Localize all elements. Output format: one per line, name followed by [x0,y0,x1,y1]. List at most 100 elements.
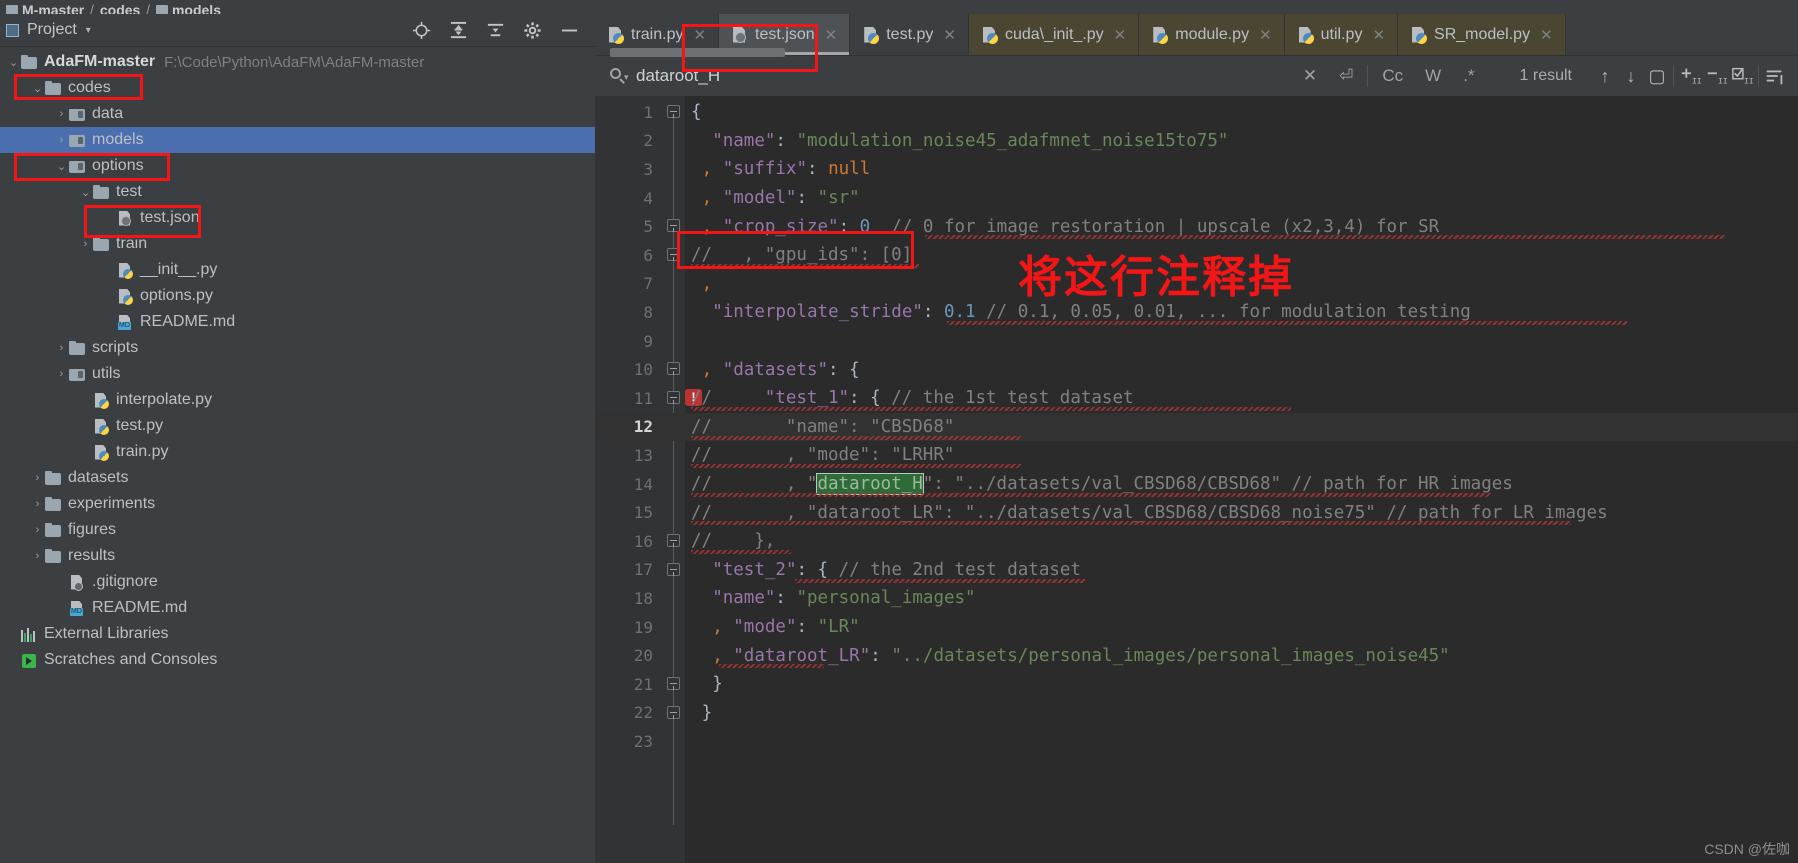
tree-item-utils[interactable]: › utils [0,361,595,387]
chevron-down-icon[interactable]: ⌄ [78,186,93,199]
code-line[interactable]: 22} [595,699,1798,728]
tree-item-test-json[interactable]: · test.json [0,205,595,231]
tree-item-train-py[interactable]: · train.py [0,439,595,465]
tree-item-models[interactable]: › models [0,127,595,153]
code-line[interactable]: 1{ [595,98,1798,127]
code-token: : [796,188,818,209]
code-line[interactable]: 3, "suffix": null [595,155,1798,184]
match-case-toggle[interactable]: Cc [1371,56,1414,96]
chevron-down-icon[interactable]: ▾ [86,25,91,36]
tree-item-data[interactable]: › data [0,101,595,127]
remove-occurrence-icon[interactable]: II [1703,66,1729,86]
fold-toggle-icon[interactable] [667,105,680,118]
close-tab-icon[interactable]: ✕ [825,26,838,44]
tree-item-readme-md[interactable]: · README.md [0,595,595,621]
filter-icon[interactable] [1762,66,1798,86]
tree-item-results[interactable]: › results [0,543,595,569]
editor-tab-util-py[interactable]: util.py ✕ [1284,14,1399,55]
close-tab-icon[interactable]: ✕ [693,26,706,44]
editor-tab-sr-model-py[interactable]: SR_model.py ✕ [1398,14,1566,55]
editor-tab-test-py[interactable]: test.py ✕ [850,14,969,55]
code-token: // 0 for image restoration | upscale (x2… [891,216,1440,237]
fold-toggle-icon[interactable] [667,362,680,376]
fold-toggle-icon[interactable] [667,534,680,547]
tree-item-gitignore[interactable]: · .gitignore [0,569,595,595]
close-icon[interactable]: ✕ [1292,56,1328,96]
tree-item-readme-md[interactable]: · README.md [0,309,595,335]
find-previous-icon[interactable]: ↑ [1592,66,1618,87]
chevron-right-icon[interactable]: › [78,238,93,250]
fold-toggle-icon[interactable] [667,562,680,576]
code-line[interactable]: 4, "model": "sr" [595,184,1798,213]
breadcrumb-item-1[interactable]: codes [100,2,140,14]
tree-item-options[interactable]: ⌄ options [0,153,595,179]
editor-tab-cuda-init-py[interactable]: cuda\_init_.py ✕ [968,14,1140,55]
gear-icon[interactable] [522,20,542,40]
code-line-text: // "name": "CBSD68" [691,417,954,437]
fold-toggle-icon[interactable] [667,705,680,719]
add-occurrence-icon[interactable]: II [1677,66,1703,86]
code-line[interactable]: 17 "test_2": { // the 2nd test dataset [595,556,1798,585]
code-line[interactable]: 23 [595,727,1798,756]
close-tab-icon[interactable]: ✕ [1259,26,1272,44]
chevron-right-icon[interactable]: › [54,342,69,354]
tree-item-test-py[interactable]: · test.py [0,413,595,439]
fold-toggle-icon[interactable] [667,677,680,690]
chevron-down-icon[interactable]: ⌄ [54,160,69,173]
chevron-right-icon[interactable]: › [30,472,45,484]
close-tab-icon[interactable]: ✕ [1372,26,1385,44]
expand-icon[interactable] [485,20,505,40]
tree-item-figures[interactable]: › figures [0,517,595,543]
breadcrumb-item-0[interactable]: M-master [6,2,84,14]
select-all-icon[interactable]: ▢ [1644,66,1670,87]
find-next-icon[interactable]: ↓ [1618,66,1644,87]
fold-toggle-icon[interactable] [667,248,680,261]
tree-item-adafm-master[interactable]: ⌄ AdaFM-master F:\Code\Python\AdaFM\AdaFM-… [0,49,595,75]
horizontal-scrollbar-thumb[interactable] [610,48,785,57]
code-line[interactable]: 18 "name": "personal_images" [595,584,1798,613]
code-editor[interactable]: 1{2 "name": "modulation_noise45_adafmnet_… [595,96,1798,863]
code-line[interactable]: 9 [595,327,1798,356]
code-line[interactable]: 21} [595,670,1798,699]
locate-icon[interactable] [411,20,431,40]
collapse-all-icon[interactable] [448,20,468,40]
chevron-down-icon[interactable]: ⌄ [6,56,21,69]
tree-item-init-py[interactable]: · __init__.py [0,257,595,283]
regex-toggle[interactable]: .* [1452,56,1485,96]
tree-item-test[interactable]: ⌄ test [0,179,595,205]
search-input[interactable]: ▾ dataroot_H [609,66,720,86]
tree-spacer: · [54,602,69,614]
breadcrumb-item-2[interactable]: models [155,2,221,14]
code-line[interactable]: 10, "datasets": { [595,355,1798,384]
chevron-down-icon[interactable]: ⌄ [30,82,45,95]
minimize-icon[interactable] [559,20,579,40]
tree-item-label: test.json [140,209,200,226]
tree-item-datasets[interactable]: › datasets [0,465,595,491]
code-line[interactable]: 2 "name": "modulation_noise45_adafmnet_no… [595,127,1798,156]
tree-item-options-py[interactable]: · options.py [0,283,595,309]
tree-item-experiments[interactable]: › experiments [0,491,595,517]
chevron-right-icon[interactable]: › [54,108,69,120]
newline-icon[interactable]: ⏎ [1328,56,1364,96]
close-tab-icon[interactable]: ✕ [943,26,956,44]
tree-item-interpolate-py[interactable]: · interpolate.py [0,387,595,413]
chevron-right-icon[interactable]: › [30,550,45,562]
chevron-right-icon[interactable]: › [54,134,69,146]
chevron-right-icon[interactable]: › [30,524,45,536]
close-tab-icon[interactable]: ✕ [1114,26,1127,44]
fold-toggle-icon[interactable] [667,391,680,404]
editor-tab-module-py[interactable]: module.py ✕ [1139,14,1285,55]
tree-item-train[interactable]: › train [0,231,595,257]
tree-item-scratches-and-consoles[interactable]: · Scratches and Consoles [0,647,595,673]
tree-item-external-libraries[interactable]: · External Libraries [0,621,595,647]
chevron-right-icon[interactable]: › [54,368,69,380]
close-tab-icon[interactable]: ✕ [1540,26,1553,44]
tree-item-codes[interactable]: ⌄ codes [0,75,595,101]
chevron-right-icon[interactable]: › [30,498,45,510]
tree-item-scripts[interactable]: › scripts [0,335,595,361]
fold-toggle-icon[interactable] [667,219,680,233]
editor-tab-label: test.py [886,25,934,43]
whole-words-toggle[interactable]: W [1414,56,1452,96]
code-line[interactable]: 19, "mode": "LR" [595,613,1798,642]
select-occurrences-icon[interactable]: II [1729,66,1755,86]
